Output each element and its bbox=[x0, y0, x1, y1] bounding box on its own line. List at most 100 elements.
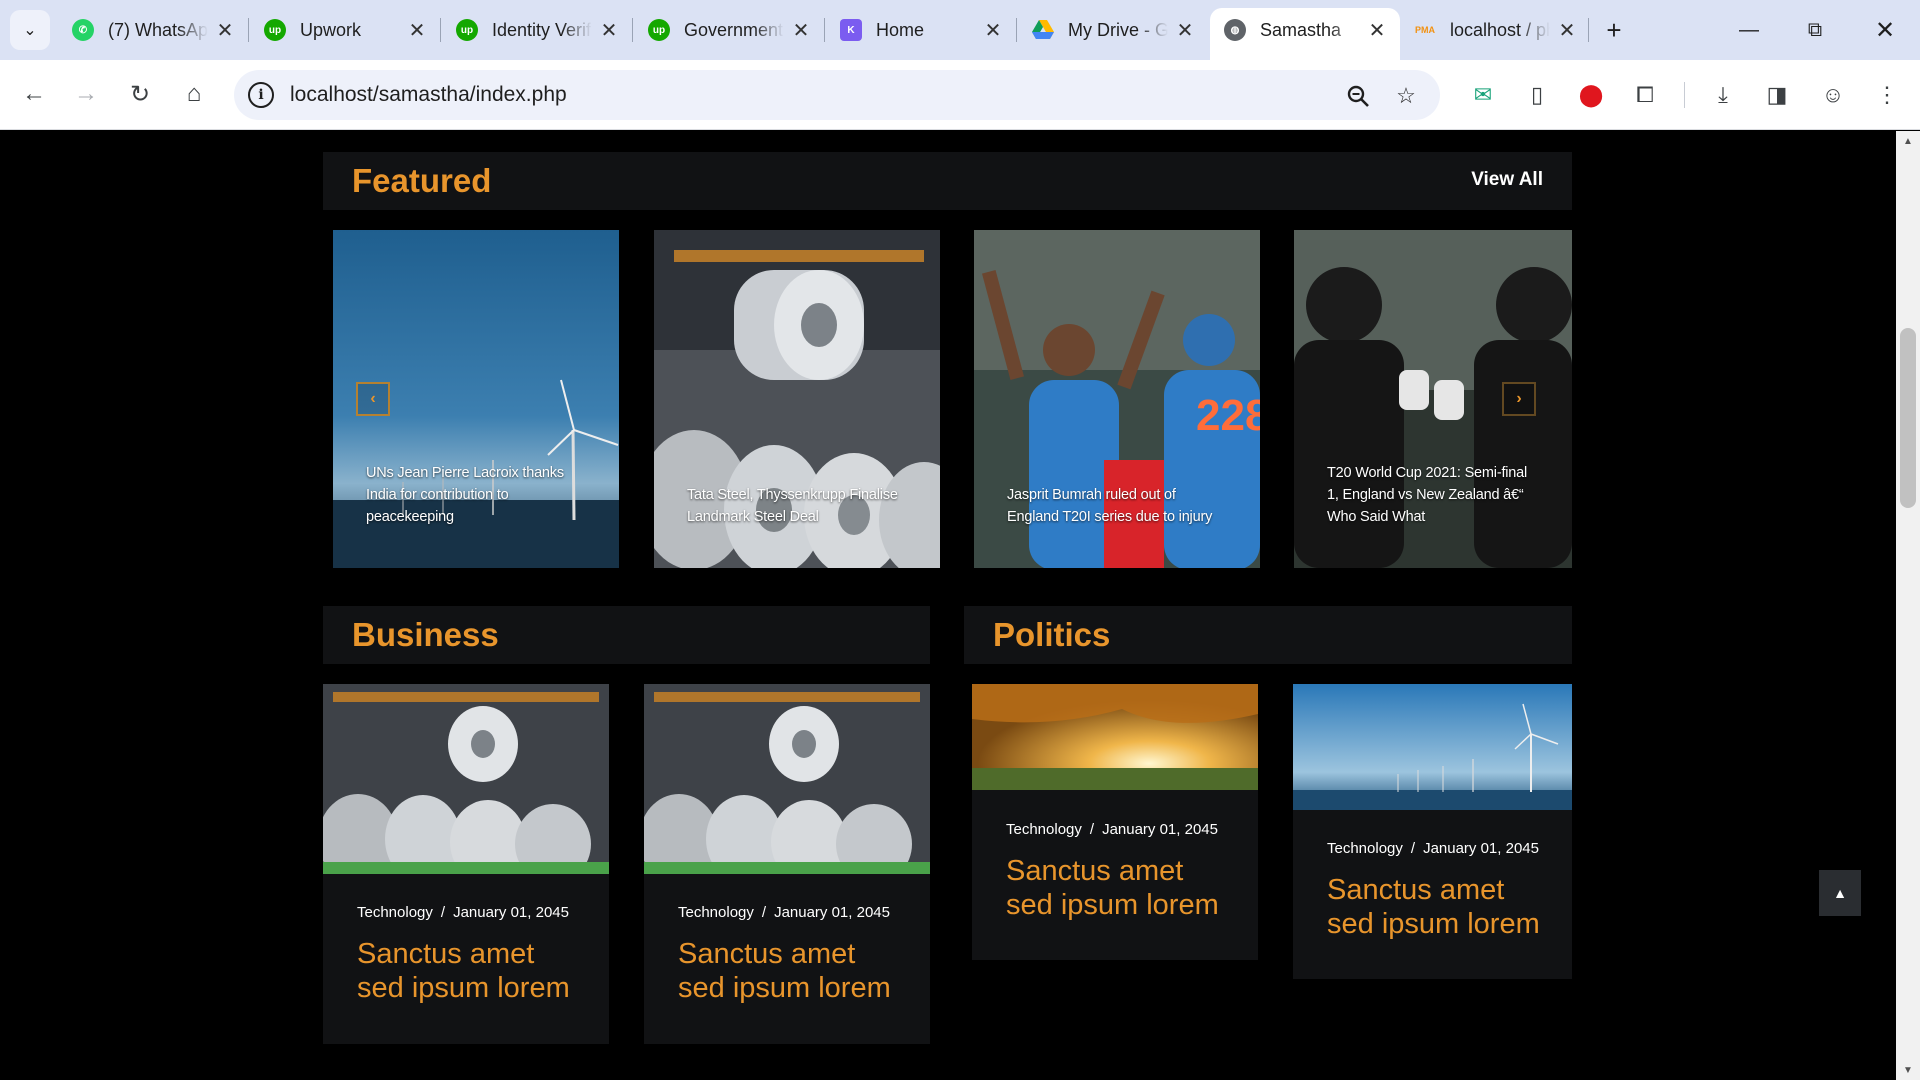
tab-whatsapp[interactable]: ✆ (7) WhatsApp ✕ bbox=[58, 8, 248, 52]
phpmyadmin-icon: PMA bbox=[1415, 25, 1435, 35]
tab-home[interactable]: K Home ✕ bbox=[826, 8, 1016, 52]
tab-title: Identity Verification bbox=[492, 19, 592, 40]
politics-heading: Politics bbox=[993, 616, 1111, 653]
chevron-left-icon: ‹ bbox=[370, 390, 376, 407]
view-all-link[interactable]: View All bbox=[1471, 169, 1543, 191]
forward-button[interactable]: → bbox=[66, 74, 106, 114]
extensions-puzzle-icon[interactable]: ⧠ bbox=[1628, 78, 1662, 112]
category-link[interactable]: Technology bbox=[1327, 840, 1403, 857]
tab-title: Samastha bbox=[1260, 19, 1342, 40]
news-title-link[interactable]: Sanctus amet sed ipsum lorem bbox=[678, 937, 908, 1005]
wind-turbines-image bbox=[1293, 684, 1572, 810]
page-scrollbar[interactable]: ▲ ▼ bbox=[1896, 131, 1920, 1080]
zoom-icon[interactable] bbox=[1344, 82, 1372, 110]
profile-avatar[interactable]: ☺ bbox=[1816, 78, 1850, 112]
close-icon[interactable]: ✕ bbox=[406, 19, 428, 42]
featured-card[interactable]: 228 Jasprit Bumrah ruled out of England … bbox=[974, 230, 1260, 568]
politics-news-card[interactable]: Technology / January 01, 2045 Sanctus amet… bbox=[972, 684, 1258, 960]
tab-search-button[interactable]: ⌄ bbox=[10, 10, 50, 50]
tab-identity-verification[interactable]: up Identity Verification ✕ bbox=[442, 8, 632, 52]
home-button[interactable]: ⌂ bbox=[174, 74, 214, 114]
address-bar[interactable]: i localhost/samastha/index.php ☆ bbox=[234, 70, 1440, 120]
tab-samastha[interactable]: ◍ Samastha ✕ bbox=[1210, 8, 1400, 60]
tab-upwork[interactable]: up Upwork ✕ bbox=[250, 8, 440, 52]
close-icon: ✕ bbox=[1874, 16, 1896, 44]
business-news-card[interactable]: Technology / January 01, 2045 Sanctus amet… bbox=[323, 684, 609, 1044]
carousel-prev-button[interactable]: ‹ bbox=[356, 382, 390, 416]
arrow-right-icon: → bbox=[74, 80, 98, 107]
featured-card[interactable]: ‹ UNs Jean Pierre Lacroix thanks India f… bbox=[333, 230, 619, 568]
back-button[interactable]: ← bbox=[14, 74, 54, 114]
close-icon[interactable]: ✕ bbox=[1366, 19, 1388, 42]
date-label: January 01, 2045 bbox=[1423, 840, 1539, 857]
scroll-up-arrow-icon[interactable]: ▲ bbox=[1896, 131, 1920, 151]
close-icon[interactable]: ✕ bbox=[1556, 19, 1578, 42]
category-link[interactable]: Technology bbox=[1006, 821, 1082, 838]
featured-heading: Featured bbox=[352, 162, 492, 199]
category-link[interactable]: Technology bbox=[678, 904, 754, 921]
browser-tab-strip: ⌄ ✆ (7) WhatsApp ✕ up Upwork ✕ up Identi… bbox=[0, 0, 1920, 60]
news-meta: Technology / January 01, 2045 bbox=[1006, 821, 1218, 838]
date-label: January 01, 2045 bbox=[1102, 821, 1218, 838]
scroll-down-arrow-icon[interactable]: ▼ bbox=[1896, 1060, 1920, 1080]
news-meta: Technology / January 01, 2045 bbox=[357, 904, 569, 921]
business-heading: Business bbox=[352, 616, 499, 653]
close-window-button[interactable]: ✕ bbox=[1862, 10, 1908, 50]
kaggle-k-icon: K bbox=[840, 19, 862, 41]
news-title-link[interactable]: Sanctus amet sed ipsum lorem bbox=[1327, 873, 1557, 941]
featured-card[interactable]: › T20 World Cup 2021: Semi-final 1, Engl… bbox=[1294, 230, 1572, 568]
news-title-link[interactable]: Sanctus amet sed ipsum lorem bbox=[357, 937, 587, 1005]
back-to-top-button[interactable]: ▲ bbox=[1819, 870, 1861, 916]
chevron-down-icon: ⌄ bbox=[23, 22, 37, 39]
page-viewport: Featured View All ‹ UNs Jean Pierre Lacr… bbox=[0, 131, 1896, 1080]
bookmark-star-icon[interactable]: ☆ bbox=[1392, 82, 1420, 110]
tab-title: Home bbox=[876, 19, 925, 40]
chevron-up-icon: ▲ bbox=[1833, 885, 1847, 901]
close-icon[interactable]: ✕ bbox=[790, 19, 812, 42]
date-label: January 01, 2045 bbox=[774, 904, 890, 921]
featured-header: Featured View All bbox=[323, 152, 1572, 210]
reload-button[interactable]: ↻ bbox=[120, 74, 160, 114]
minimize-icon: — bbox=[1739, 18, 1759, 41]
download-icon[interactable]: ⤓ bbox=[1706, 78, 1740, 112]
plus-icon: + bbox=[1606, 14, 1622, 45]
restore-button[interactable]: ⧉ bbox=[1792, 10, 1838, 50]
home-icon: ⌂ bbox=[186, 80, 202, 107]
site-info-icon[interactable]: i bbox=[248, 82, 274, 108]
business-header: Business bbox=[323, 606, 930, 664]
business-news-card[interactable]: Technology / January 01, 2045 Sanctus amet… bbox=[644, 684, 930, 1044]
more-menu-icon[interactable]: ⋮ bbox=[1870, 78, 1904, 112]
upwork-icon: up bbox=[264, 19, 286, 41]
tab-title: My Drive - Google Drive bbox=[1068, 19, 1168, 40]
tab-my-drive[interactable]: My Drive - Google Drive ✕ bbox=[1018, 8, 1208, 52]
scrollbar-thumb[interactable] bbox=[1900, 328, 1916, 508]
featured-card[interactable]: Tata Steel, Thyssenkrupp Finalise Landma… bbox=[654, 230, 940, 568]
news-title-link[interactable]: Sanctus amet sed ipsum lorem bbox=[1006, 854, 1236, 922]
tab-phpmyadmin[interactable]: PMA localhost / phpMyAdmin ✕ bbox=[1400, 8, 1590, 52]
tab-title: Government bbox=[684, 19, 784, 40]
new-tab-button[interactable]: + bbox=[1598, 14, 1630, 46]
side-panel-icon[interactable]: ◨ bbox=[1760, 78, 1794, 112]
featured-caption[interactable]: Tata Steel, Thyssenkrupp Finalise Landma… bbox=[687, 484, 902, 528]
featured-caption[interactable]: UNs Jean Pierre Lacroix thanks India for… bbox=[366, 462, 581, 528]
opera-extension-icon[interactable]: ⬤ bbox=[1574, 78, 1608, 112]
featured-caption[interactable]: T20 World Cup 2021: Semi-final 1, Englan… bbox=[1327, 462, 1542, 528]
minimize-button[interactable]: — bbox=[1726, 10, 1772, 50]
close-icon[interactable]: ✕ bbox=[214, 19, 236, 42]
close-icon[interactable]: ✕ bbox=[982, 19, 1004, 42]
tab-title: Upwork bbox=[300, 19, 362, 40]
steel-coils-image bbox=[644, 684, 930, 874]
extension-mail-icon[interactable]: ✉ bbox=[1466, 78, 1500, 112]
politics-news-card[interactable]: Technology / January 01, 2045 Sanctus amet… bbox=[1293, 684, 1572, 979]
extension-phone-icon[interactable]: ▯ bbox=[1520, 78, 1554, 112]
close-icon[interactable]: ✕ bbox=[1174, 19, 1196, 42]
featured-caption[interactable]: Jasprit Bumrah ruled out of England T20I… bbox=[1007, 484, 1222, 528]
globe-icon: ◍ bbox=[1224, 19, 1246, 41]
tab-government[interactable]: up Government ✕ bbox=[634, 8, 824, 52]
carousel-next-button[interactable]: › bbox=[1502, 382, 1536, 416]
arrow-left-icon: ← bbox=[22, 80, 46, 107]
politics-header: Politics bbox=[964, 606, 1572, 664]
close-icon[interactable]: ✕ bbox=[598, 19, 620, 42]
category-link[interactable]: Technology bbox=[357, 904, 433, 921]
url-text[interactable]: localhost/samastha/index.php bbox=[290, 83, 567, 107]
